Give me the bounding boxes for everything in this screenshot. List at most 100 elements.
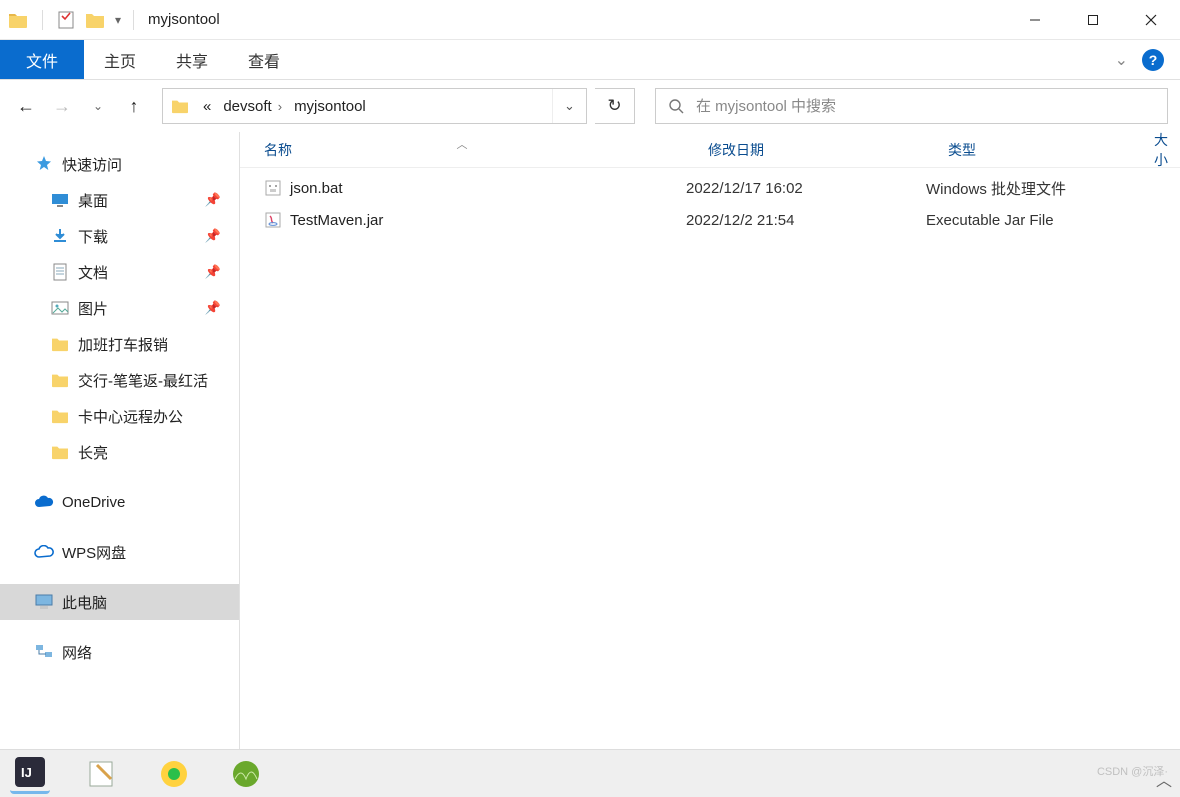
maximize-button[interactable] bbox=[1064, 0, 1122, 40]
taskbar: IJ ︿ bbox=[0, 749, 1180, 797]
address-dropdown-button[interactable]: ⌄ bbox=[552, 89, 586, 123]
content-pane: ︿ 名称 修改日期 类型 大小 json.bat 2022/12/17 16:02… bbox=[240, 132, 1180, 749]
qat-dropdown-icon[interactable]: ▾ bbox=[115, 13, 121, 27]
chevron-down-icon: ⌄ bbox=[564, 98, 575, 114]
sort-indicator-icon: ︿ bbox=[457, 136, 468, 152]
refresh-button[interactable]: ↻ bbox=[595, 88, 635, 124]
tab-file[interactable]: 文件 bbox=[0, 40, 84, 79]
address-bar[interactable]: « devsoft › myjsontool ⌄ bbox=[162, 88, 587, 124]
back-button[interactable]: ← bbox=[12, 92, 40, 120]
search-icon bbox=[668, 98, 684, 114]
folder-icon bbox=[8, 11, 28, 29]
search-input[interactable] bbox=[696, 98, 1167, 115]
file-list: json.bat 2022/12/17 16:02Windows 批处理文件 Tes… bbox=[240, 168, 1180, 236]
navigation-row: ← → ⌄ ↑ « devsoft › myjsontool ⌄ ↻ bbox=[0, 80, 1180, 132]
download-icon bbox=[50, 228, 70, 244]
sidebar-item-label: 此电脑 bbox=[62, 592, 107, 613]
sidebar-item[interactable]: 卡中心远程办公 bbox=[0, 398, 239, 434]
breadcrumb-prefix[interactable]: « bbox=[197, 89, 217, 123]
file-icon bbox=[264, 211, 282, 229]
sidebar-item-label: 交行-笔笔返-最红活 bbox=[78, 370, 208, 391]
separator bbox=[42, 10, 43, 30]
column-size[interactable]: 大小 bbox=[1130, 130, 1180, 170]
folder-icon bbox=[171, 98, 189, 114]
watermark: CSDN @沉泽· bbox=[1097, 763, 1168, 779]
column-name[interactable]: ︿ 名称 bbox=[240, 140, 684, 160]
sidebar-item[interactable]: 下载 📌 bbox=[0, 218, 239, 254]
sidebar-item-label: 加班打车报销 bbox=[78, 334, 168, 355]
sidebar-item[interactable]: 文档 📌 bbox=[0, 254, 239, 290]
breadcrumb-item[interactable]: devsoft › bbox=[217, 89, 288, 123]
breadcrumb-item[interactable]: myjsontool bbox=[288, 89, 372, 123]
folder-icon bbox=[50, 408, 70, 424]
network-icon bbox=[34, 644, 54, 660]
tab-share[interactable]: 共享 bbox=[156, 40, 228, 79]
column-label: 名称 bbox=[264, 142, 292, 158]
tab-view[interactable]: 查看 bbox=[228, 40, 300, 79]
file-type: Executable Jar File bbox=[924, 212, 1130, 229]
up-button[interactable]: ↑ bbox=[120, 92, 148, 120]
sidebar-this-pc[interactable]: 此电脑 bbox=[0, 584, 239, 620]
sidebar-quick-access[interactable]: 快速访问 bbox=[0, 146, 239, 182]
sidebar-item[interactable]: 图片📌 bbox=[0, 290, 239, 326]
file-row[interactable]: json.bat 2022/12/17 16:02Windows 批处理文件 bbox=[240, 172, 1180, 204]
sidebar-item[interactable]: 长亮 bbox=[0, 434, 239, 470]
properties-icon[interactable] bbox=[57, 11, 75, 29]
star-icon bbox=[34, 155, 54, 173]
taskbar-360-icon[interactable] bbox=[154, 754, 194, 794]
document-icon bbox=[50, 263, 70, 281]
sidebar-item-label: 下载 bbox=[78, 226, 108, 247]
file-type: Windows 批处理文件 bbox=[924, 178, 1130, 199]
breadcrumb-label: myjsontool bbox=[294, 98, 366, 115]
pin-icon: 📌 bbox=[205, 192, 221, 208]
file-date: 2022/12/17 16:02 bbox=[684, 180, 924, 197]
help-icon[interactable]: ? bbox=[1142, 49, 1164, 71]
sidebar-onedrive[interactable]: OneDrive bbox=[0, 484, 239, 520]
svg-text:IJ: IJ bbox=[21, 765, 32, 780]
search-box[interactable] bbox=[655, 88, 1168, 124]
sidebar-item-label: 文档 bbox=[78, 262, 108, 283]
breadcrumb-label: devsoft bbox=[223, 98, 271, 115]
column-type[interactable]: 类型 bbox=[924, 140, 1130, 160]
desktop-icon bbox=[50, 193, 70, 207]
taskbar-app-icon[interactable] bbox=[226, 754, 266, 794]
sidebar-item[interactable]: 交行-笔笔返-最红活 bbox=[0, 362, 239, 398]
minimize-button[interactable] bbox=[1006, 0, 1064, 40]
quick-access-toolbar: ▾ bbox=[0, 10, 129, 30]
picture-icon bbox=[50, 301, 70, 315]
sidebar-item-label: 图片 bbox=[78, 298, 108, 319]
file-name: json.bat bbox=[290, 180, 343, 197]
sidebar-item-label: 长亮 bbox=[78, 442, 108, 463]
folder-icon bbox=[50, 372, 70, 388]
file-icon bbox=[264, 179, 282, 197]
window-title: myjsontool bbox=[148, 11, 220, 28]
close-button[interactable] bbox=[1122, 0, 1180, 40]
separator bbox=[133, 10, 134, 30]
taskbar-notepad-icon[interactable] bbox=[82, 754, 122, 794]
pin-icon: 📌 bbox=[205, 228, 221, 244]
sidebar-item[interactable]: 桌面 📌 bbox=[0, 182, 239, 218]
forward-button[interactable]: → bbox=[48, 92, 76, 120]
taskbar-intellij-icon[interactable]: IJ bbox=[10, 754, 50, 794]
sidebar: 快速访问 桌面 📌 下载 📌 文档 📌 图片📌 加班打车报销交行-笔笔返-最红活卡中心远程办公… bbox=[0, 132, 240, 749]
main-area: 快速访问 桌面 📌 下载 📌 文档 📌 图片📌 加班打车报销交行-笔笔返-最红活卡中心远程办公… bbox=[0, 132, 1180, 749]
sidebar-item-label: 卡中心远程办公 bbox=[78, 406, 183, 427]
sidebar-item-label: 桌面 bbox=[78, 190, 108, 211]
cloud-icon bbox=[34, 545, 54, 559]
recent-locations-button[interactable]: ⌄ bbox=[84, 92, 112, 120]
title-bar: ▾ myjsontool bbox=[0, 0, 1180, 40]
file-name: TestMaven.jar bbox=[290, 212, 383, 229]
file-row[interactable]: TestMaven.jar 2022/12/2 21:54Executable J… bbox=[240, 204, 1180, 236]
column-date[interactable]: 修改日期 bbox=[684, 140, 924, 160]
column-headers: ︿ 名称 修改日期 类型 大小 bbox=[240, 132, 1180, 168]
pin-icon: 📌 bbox=[205, 264, 221, 280]
sidebar-item[interactable]: 加班打车报销 bbox=[0, 326, 239, 362]
sidebar-wps[interactable]: WPS网盘 bbox=[0, 534, 239, 570]
tab-home[interactable]: 主页 bbox=[84, 40, 156, 79]
sidebar-network[interactable]: 网络 bbox=[0, 634, 239, 670]
file-date: 2022/12/2 21:54 bbox=[684, 212, 924, 229]
ribbon-expand-icon[interactable]: ⌄ bbox=[1115, 50, 1128, 70]
pc-icon bbox=[34, 594, 54, 610]
chevron-right-icon: › bbox=[278, 99, 282, 114]
new-folder-icon[interactable] bbox=[85, 11, 105, 29]
